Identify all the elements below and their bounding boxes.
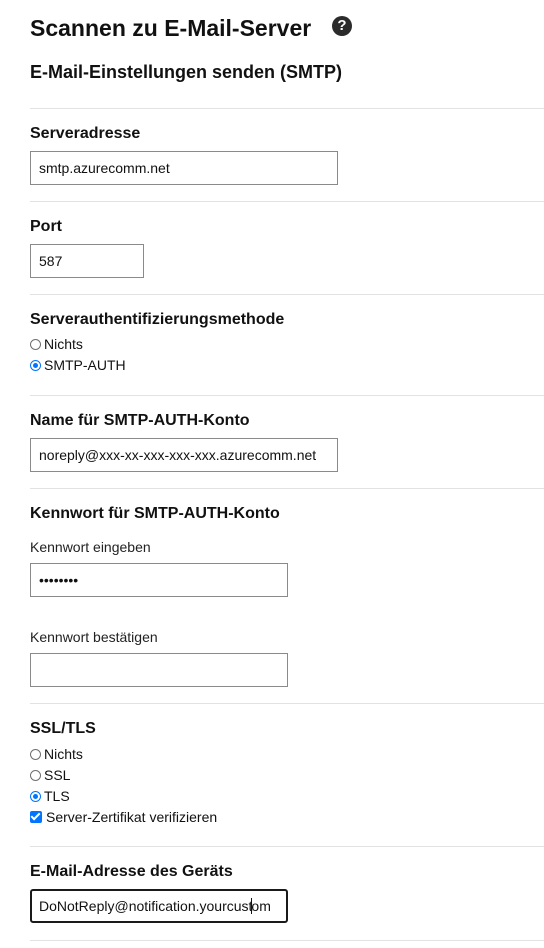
- divider: [30, 703, 544, 704]
- device-email-text-after: om: [251, 898, 271, 914]
- smtp-account-input[interactable]: noreply@xxx-xx-xxx-xxx-xxx.azurecomm.net: [30, 438, 338, 472]
- auth-none-label: Nichts: [44, 336, 83, 352]
- divider: [30, 108, 544, 109]
- auth-method-label: Serverauthentifizierungsmethode: [30, 311, 285, 328]
- password-confirm-input[interactable]: [30, 653, 288, 687]
- divider: [30, 940, 544, 941]
- ssl-option-ssl[interactable]: SSL: [30, 766, 70, 784]
- server-address-input[interactable]: smtp.azurecomm.net: [30, 151, 338, 185]
- divider: [30, 488, 544, 489]
- ssl-none-radio[interactable]: [30, 748, 41, 760]
- ssl-none-label: Nichts: [44, 746, 83, 762]
- port-input[interactable]: 587: [30, 244, 144, 278]
- auth-option-smtp-auth[interactable]: SMTP-AUTH: [30, 356, 126, 374]
- divider: [30, 846, 544, 847]
- password-confirm-label: Kennwort bestätigen: [30, 629, 158, 645]
- help-icon[interactable]: ?: [332, 16, 352, 36]
- auth-none-radio[interactable]: [30, 338, 41, 350]
- device-email-text-before: DoNotReply@notification.yourcust: [39, 898, 253, 914]
- auth-smtp-auth-radio[interactable]: [30, 359, 41, 371]
- page-title: Scannen zu E-Mail-Server: [30, 15, 312, 41]
- divider: [30, 201, 544, 202]
- verify-cert-label: Server-Zertifikat verifizieren: [46, 809, 218, 825]
- ssl-option-tls[interactable]: TLS: [30, 787, 70, 805]
- password-enter-input[interactable]: ••••••••: [30, 563, 288, 597]
- device-email-label: E-Mail-Adresse des Geräts: [30, 863, 233, 880]
- divider: [30, 395, 544, 396]
- verify-cert-checkbox[interactable]: [30, 811, 42, 823]
- section-subtitle: E-Mail-Einstellungen senden (SMTP): [30, 62, 343, 82]
- text-caret: [251, 898, 253, 915]
- ssl-ssl-label: SSL: [44, 767, 71, 783]
- auth-smtp-auth-label: SMTP-AUTH: [44, 357, 126, 373]
- ssl-option-none[interactable]: Nichts: [30, 745, 83, 763]
- server-address-label: Serveradresse: [30, 125, 141, 142]
- password-mask: ••••••••: [39, 572, 79, 588]
- ssl-tls-label: SSL/TLS: [30, 720, 96, 737]
- password-enter-label: Kennwort eingeben: [30, 539, 151, 555]
- device-email-input[interactable]: DoNotReply@notification.yourcustom: [30, 889, 288, 923]
- auth-option-none[interactable]: Nichts: [30, 335, 83, 353]
- smtp-account-label: Name für SMTP-AUTH-Konto: [30, 412, 250, 429]
- smtp-password-label: Kennwort für SMTP-AUTH-Konto: [30, 505, 280, 522]
- verify-cert-option[interactable]: Server-Zertifikat verifizieren: [30, 808, 217, 826]
- ssl-ssl-radio[interactable]: [30, 769, 41, 781]
- port-label: Port: [30, 218, 62, 235]
- divider: [30, 294, 544, 295]
- ssl-tls-option-label: TLS: [44, 788, 70, 804]
- ssl-tls-radio[interactable]: [30, 790, 41, 802]
